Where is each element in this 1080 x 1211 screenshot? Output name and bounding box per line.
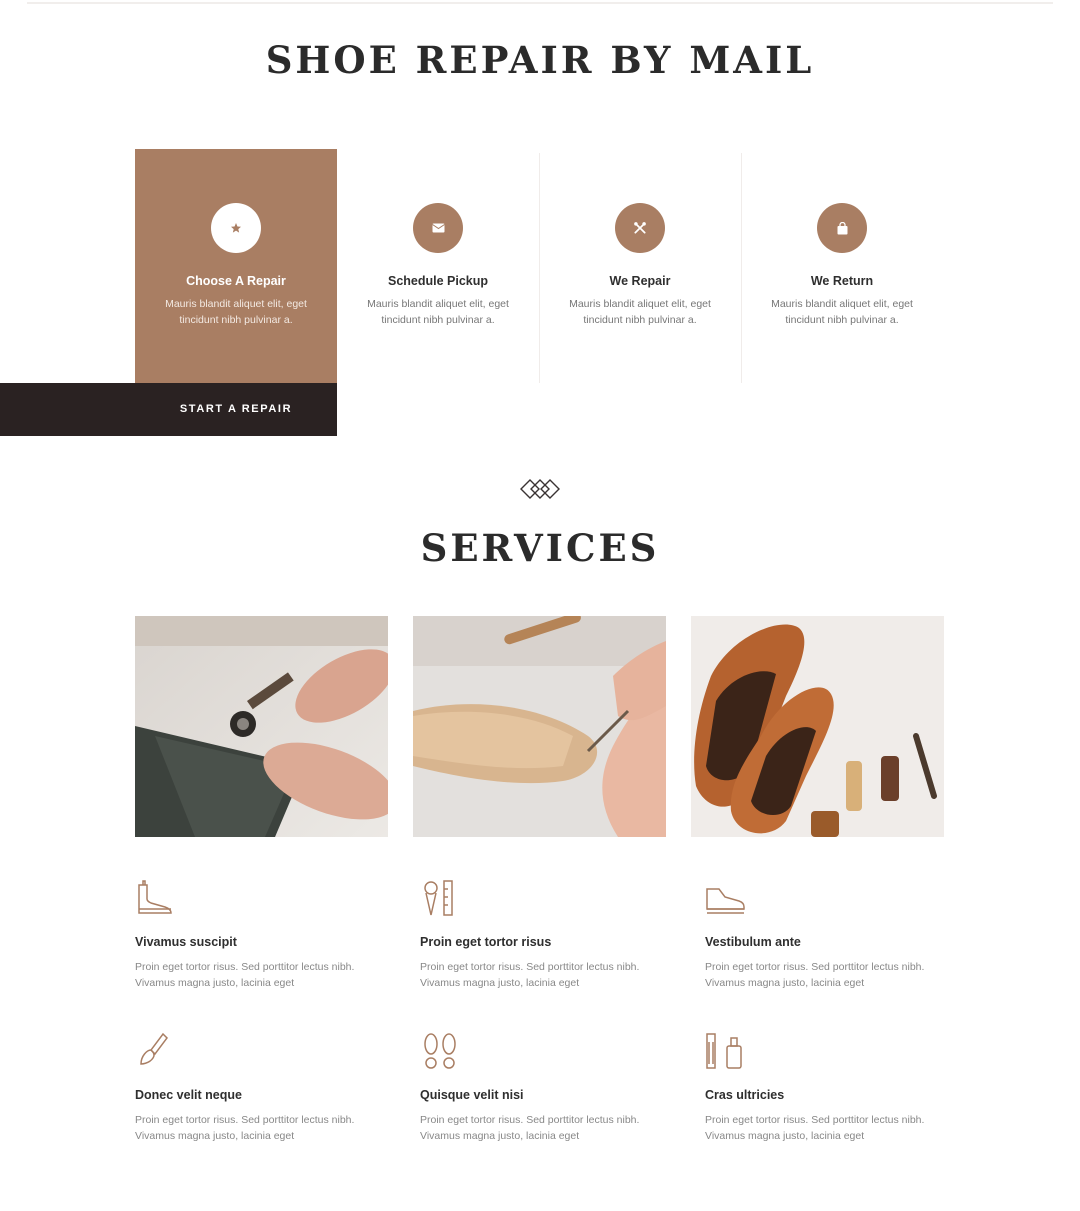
polish-bottle-icon [706,1033,742,1069]
brush-icon [140,1032,168,1065]
service-item: Quisque velit nisi Proin eget tortor ris… [420,1032,670,1152]
service-title: Cras ultricies [705,1088,785,1102]
service-text: Proin eget tortor risus. Sed porttitor l… [135,1114,355,1142]
envelope-icon [413,203,463,253]
step-title: We Return [810,274,874,288]
service-title: Vestibulum ante [705,935,801,949]
service-title: Quisque velit nisi [420,1088,524,1102]
service-item: Proin eget tortor risus Proin eget torto… [420,879,670,999]
footprints-icon [424,1033,456,1069]
step-text: Mauris blandit aliquet elit, eget tincid… [569,298,711,326]
tools-icon [615,203,665,253]
service-title: Vivamus suscipit [135,935,237,949]
step-title: Choose A Repair [186,274,286,288]
service-text: Proin eget tortor risus. Sed porttitor l… [420,961,640,989]
start-repair-label: START A REPAIR [179,403,293,415]
section-title-mail: SHOE REPAIR BY MAIL [265,38,815,82]
star-icon [211,203,261,253]
service-text: Proin eget tortor risus. Sed porttitor l… [705,961,925,989]
service-item: Donec velit neque Proin eget tortor risu… [135,1032,385,1152]
measuring-tools-icon [424,880,453,916]
service-item: Cras ultricies Proin eget tortor risus. … [705,1032,955,1152]
start-repair-button[interactable]: START A REPAIR [0,383,337,436]
step-we-return[interactable]: We Return Mauris blandit aliquet elit, e… [741,149,943,383]
step-text: Mauris blandit aliquet elit, eget tincid… [771,298,913,326]
step-title: We Repair [609,274,671,288]
service-text: Proin eget tortor risus. Sed porttitor l… [135,961,355,989]
leather-cutting-photo [135,616,388,837]
leather-shoes-photo [691,616,944,837]
step-choose-repair[interactable]: Choose A Repair Mauris blandit aliquet e… [135,149,337,383]
boot-icon [138,880,172,914]
service-title: Donec velit neque [135,1088,242,1102]
service-title: Proin eget tortor risus [420,935,552,949]
bag-icon [817,203,867,253]
shoe-icon [706,888,745,914]
service-text: Proin eget tortor risus. Sed porttitor l… [705,1114,925,1142]
step-we-repair[interactable]: We Repair Mauris blandit aliquet elit, e… [539,149,741,383]
step-text: Mauris blandit aliquet elit, eget tincid… [367,298,509,326]
step-title: Schedule Pickup [387,274,489,288]
top-divider [27,2,1053,4]
service-item: Vestibulum ante Proin eget tortor risus.… [705,879,955,999]
shoe-last-photo [413,616,666,837]
service-text: Proin eget tortor risus. Sed porttitor l… [420,1114,640,1142]
step-text: Mauris blandit aliquet elit, eget tincid… [165,298,307,326]
diamond-divider-icon [519,478,561,505]
service-item: Vivamus suscipit Proin eget tortor risus… [135,879,385,999]
section-title-services: SERVICES [420,526,660,570]
step-schedule-pickup[interactable]: Schedule Pickup Mauris blandit aliquet e… [337,149,539,383]
